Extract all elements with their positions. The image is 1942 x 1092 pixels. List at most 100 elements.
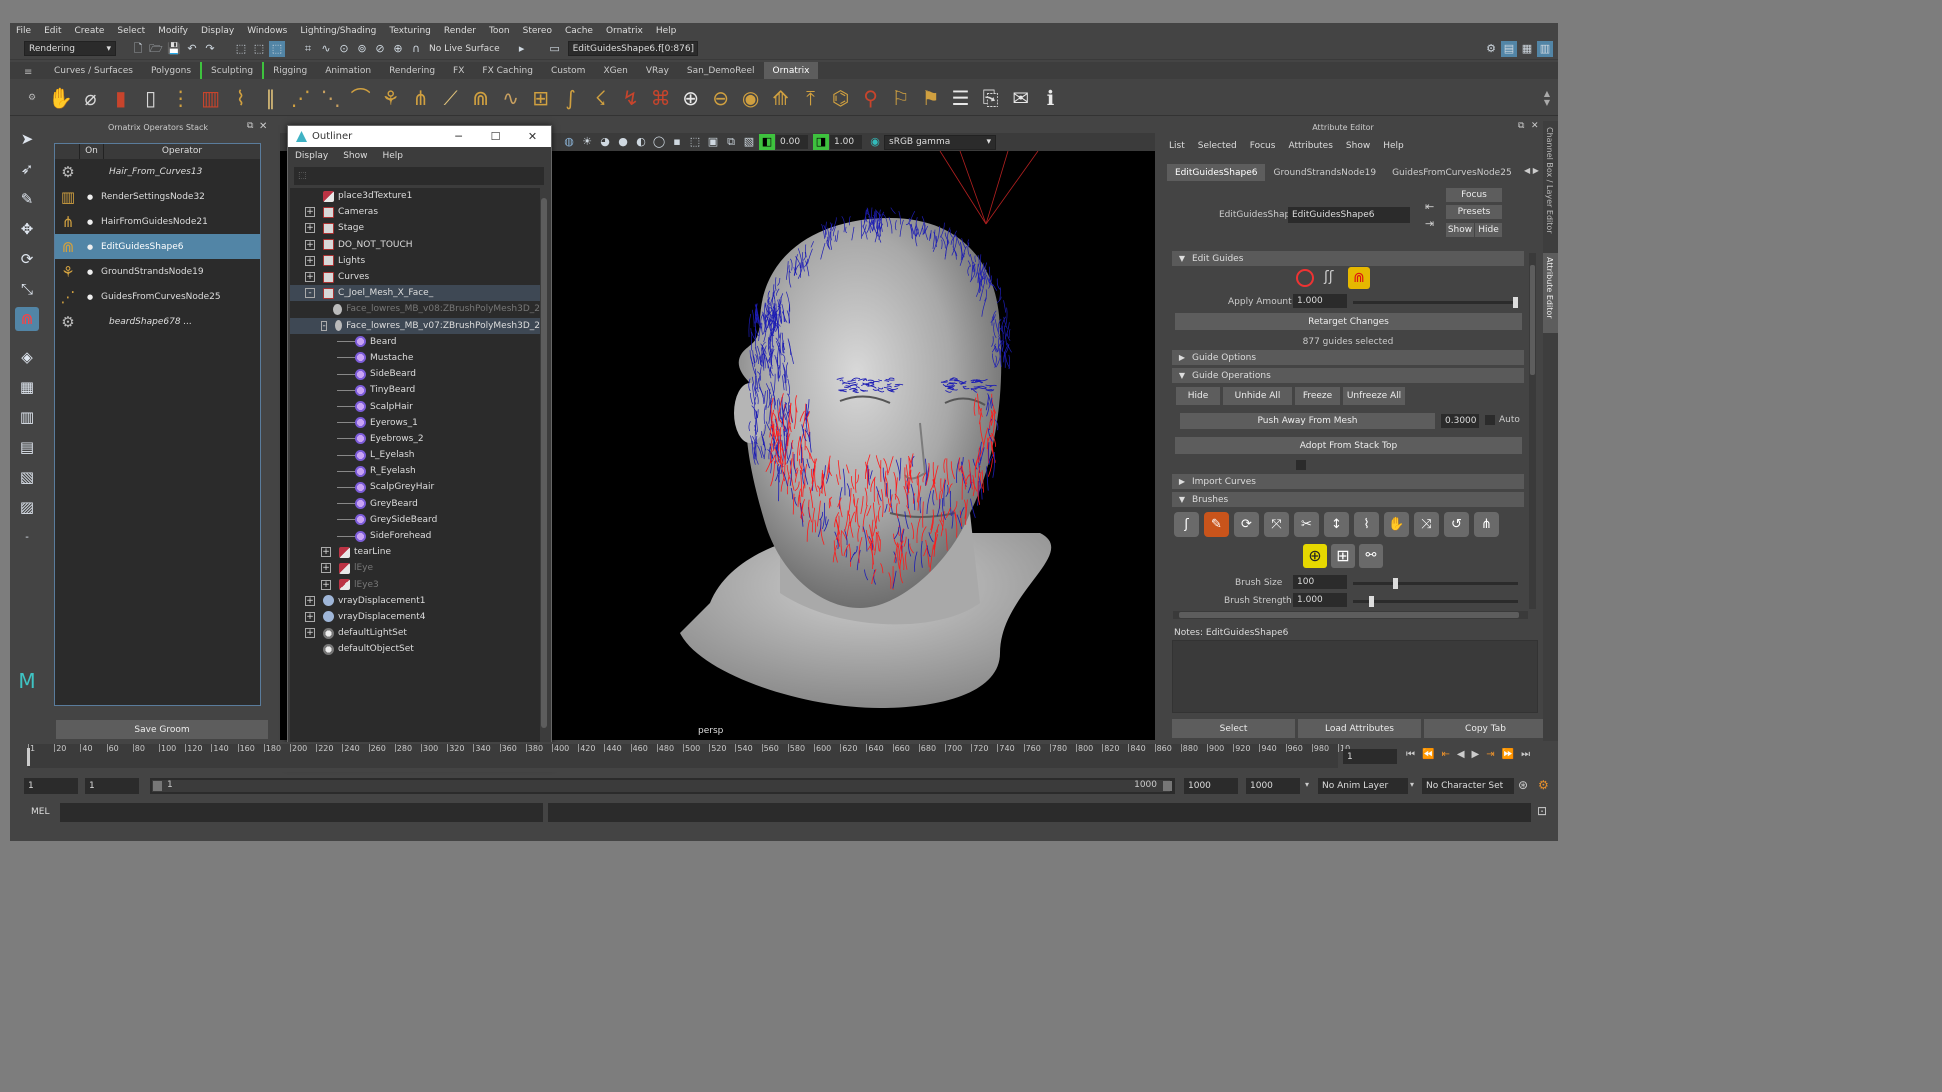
safe-action-icon[interactable]: ▧	[741, 134, 757, 150]
expand-icon[interactable]: +	[321, 547, 331, 558]
outliner-menu-show[interactable]: Show	[343, 151, 367, 161]
guide-operations-section[interactable]: ▼ Guide Operations	[1172, 368, 1524, 383]
play-forward-icon[interactable]: ▶	[1472, 749, 1480, 760]
outliner-row[interactable]: Mustache	[290, 350, 540, 366]
ornatrix-shelf-tool-1-icon[interactable]: ✋	[48, 85, 73, 111]
ornatrix-shelf-tool-26-icon[interactable]: ⤒	[798, 85, 823, 111]
auto-key-icon[interactable]: ⊛	[1518, 778, 1528, 792]
brush-strength-slider[interactable]	[1353, 596, 1518, 607]
channel-box-icon[interactable]: ▤	[1501, 40, 1517, 57]
outliner-row[interactable]: SideForehead	[290, 528, 540, 544]
auto-checkbox[interactable]	[1485, 415, 1495, 425]
scene-end-field[interactable]: 1000	[1246, 778, 1300, 794]
playback-start-field[interactable]: 1	[85, 778, 139, 794]
ae-menu-help[interactable]: Help	[1383, 141, 1404, 151]
outliner-row[interactable]: + lEye	[290, 560, 540, 576]
ornatrix-shelf-tool-23-icon[interactable]: ⊖	[708, 85, 733, 111]
ornatrix-shelf-tool-10-icon[interactable]: ⋱	[318, 85, 343, 111]
step-back-key-icon[interactable]: ⇤	[1441, 749, 1449, 760]
menu-edit[interactable]: Edit	[44, 26, 61, 36]
menu-select[interactable]: Select	[117, 26, 145, 36]
current-time-marker[interactable]	[27, 748, 30, 766]
magnet-icon[interactable]: ∩	[408, 41, 424, 57]
color-management-icon[interactable]: ◉	[867, 134, 883, 150]
go-to-end-icon[interactable]: ⏭	[1521, 749, 1530, 760]
select-component-icon[interactable]: ⬚	[269, 40, 285, 57]
outliner-row[interactable]: defaultObjectSet	[290, 641, 540, 657]
shelf-tab-vray[interactable]: VRay	[637, 62, 678, 79]
construction-history-icon[interactable]: ▸	[514, 41, 530, 57]
expand-icon[interactable]: +	[305, 628, 315, 639]
shelf-tab-rendering[interactable]: Rendering	[380, 62, 444, 79]
expand-icon[interactable]: +	[305, 611, 315, 622]
expand-icon[interactable]: +	[321, 579, 331, 590]
persp-graph-icon[interactable]: ▤	[15, 435, 39, 459]
outliner-row[interactable]: + tearLine	[290, 544, 540, 560]
stack-item[interactable]: ⚙ Hair_From_Curves13	[55, 159, 260, 184]
brush-comb-icon[interactable]: ʃ	[1174, 512, 1199, 537]
ae-menu-focus[interactable]: Focus	[1250, 141, 1276, 151]
attribute-editor-icon[interactable]: ▥	[1537, 40, 1553, 57]
menu-help[interactable]: Help	[656, 26, 677, 36]
select-object-icon[interactable]: ⬚	[251, 41, 267, 57]
save-scene-icon[interactable]: 💾	[166, 41, 182, 57]
shelf-scroll-icon[interactable]: ▲ ▼	[1544, 89, 1550, 107]
outliner-row[interactable]: + Cameras	[290, 204, 540, 220]
field-chart-icon[interactable]: ⧉	[723, 134, 739, 150]
brush-curl-icon[interactable]: ↺	[1444, 512, 1469, 537]
gamma-field[interactable]: 1.00	[830, 135, 862, 149]
select-button[interactable]: Select	[1172, 719, 1295, 738]
expand-icon[interactable]: +	[305, 272, 315, 283]
hypershade-layout-icon[interactable]: ▨	[15, 495, 39, 519]
shelf-tab-sculpting[interactable]: Sculpting	[200, 62, 265, 79]
outliner-row[interactable]: Eyerows_1	[290, 415, 540, 431]
ornatrix-shelf-tool-15-icon[interactable]: ⋒	[468, 85, 493, 111]
outliner-row[interactable]: GreySideBeard	[290, 512, 540, 528]
layouts-menu-icon[interactable]: -	[15, 525, 39, 549]
show-button[interactable]: Show	[1446, 223, 1474, 237]
go-to-start-icon[interactable]: ⏮	[1406, 749, 1415, 760]
add-strand-icon[interactable]: ⊞	[1331, 544, 1355, 568]
select-tool-icon[interactable]: ➤	[15, 127, 39, 151]
search-filter-icon[interactable]: ⬚	[298, 171, 307, 181]
modeling-toolkit-icon[interactable]: ⚙	[1483, 41, 1499, 57]
ornatrix-shelf-tool-16-icon[interactable]: ∿	[498, 85, 523, 111]
snap-point-icon[interactable]: ⊙	[336, 41, 352, 57]
gamma-icon[interactable]: ◨	[813, 134, 829, 150]
ao-icon[interactable]: ●	[615, 134, 631, 150]
outliner-row[interactable]: ScalpGreyHair	[290, 479, 540, 495]
collapse-icon[interactable]: -	[305, 288, 315, 299]
brush-size-field[interactable]: 100	[1293, 575, 1347, 589]
menu-texturing[interactable]: Texturing	[389, 26, 431, 36]
save-groom-button[interactable]: Save Groom	[56, 720, 268, 739]
outliner-row[interactable]: SideBeard	[290, 366, 540, 382]
anim-layer-dropdown[interactable]: No Anim Layer	[1318, 778, 1408, 794]
menu-windows[interactable]: Windows	[247, 26, 287, 36]
snap-curve-icon[interactable]: ∿	[318, 41, 334, 57]
shape-name-field[interactable]: EditGuidesShape6	[1288, 207, 1410, 223]
xray-icon[interactable]: ⬚	[687, 134, 703, 150]
ornatrix-shelf-tool-29-icon[interactable]: ⚐	[888, 85, 913, 111]
close-panel-icon[interactable]: ✕	[1531, 121, 1539, 131]
ornatrix-shelf-tool-14-icon[interactable]: ⟋	[438, 85, 463, 111]
ops-checkbox[interactable]	[1296, 460, 1306, 470]
outliner-search[interactable]: ⬚	[294, 167, 544, 185]
channel-box-tab[interactable]: Channel Box / Layer Editor	[1545, 127, 1554, 237]
menu-modify[interactable]: Modify	[158, 26, 188, 36]
tool-settings-icon[interactable]: ▦	[1519, 41, 1535, 57]
ae-vscroll[interactable]	[1529, 253, 1536, 609]
retarget-changes-button[interactable]: Retarget Changes	[1175, 313, 1522, 330]
menu-stereo[interactable]: Stereo	[523, 26, 552, 36]
presets-button[interactable]: Presets	[1446, 205, 1502, 219]
undo-icon[interactable]: ↶	[184, 41, 200, 57]
shelf-tab-rigging[interactable]: Rigging	[264, 62, 316, 79]
slider-handle[interactable]	[1369, 596, 1374, 607]
step-back-icon[interactable]: ⏪	[1422, 749, 1434, 760]
brush-cut-icon[interactable]: ✂	[1294, 512, 1319, 537]
enabled-bulb-icon[interactable]: ●	[79, 293, 101, 301]
float-panel-icon[interactable]: ⧉	[1518, 121, 1524, 131]
expand-icon[interactable]: +	[305, 207, 315, 218]
freeze-button[interactable]: Freeze	[1295, 387, 1340, 405]
make-live-icon[interactable]: ⊕	[390, 41, 406, 57]
float-panel-icon[interactable]: ⧉	[247, 121, 253, 131]
